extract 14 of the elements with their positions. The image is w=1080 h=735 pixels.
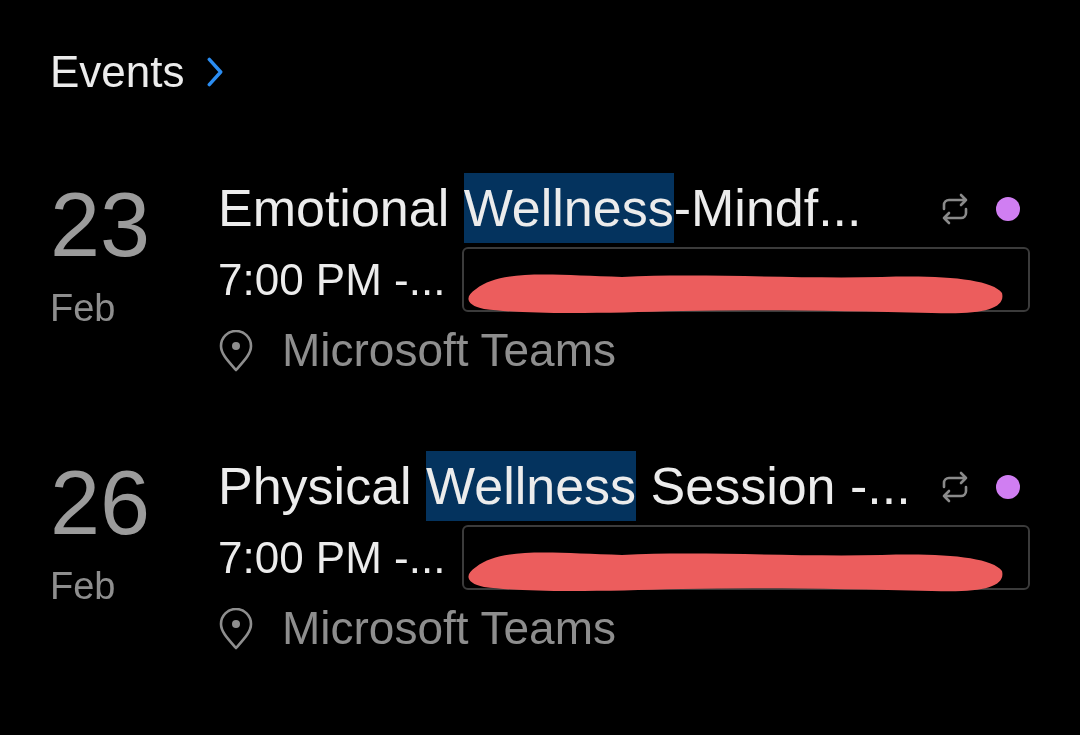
event-day: 26 [50, 458, 151, 548]
location-pin-icon [218, 329, 254, 372]
event-time: 7:00 PM -... [218, 532, 446, 584]
event-location: Microsoft Teams [282, 323, 617, 378]
events-header-link[interactable]: Events [50, 42, 223, 102]
event-time: 7:00 PM -... [218, 254, 446, 306]
event-location: Microsoft Teams [282, 601, 617, 656]
event-title: Physical Wellness Session -... [218, 451, 911, 522]
event-month: Feb [50, 564, 116, 608]
chevron-right-icon [206, 57, 223, 87]
event-title: Emotional Wellness-Mindf... [218, 173, 862, 244]
event-month: Feb [50, 286, 116, 330]
event-day: 23 [50, 180, 151, 270]
location-pin-icon [218, 607, 254, 650]
